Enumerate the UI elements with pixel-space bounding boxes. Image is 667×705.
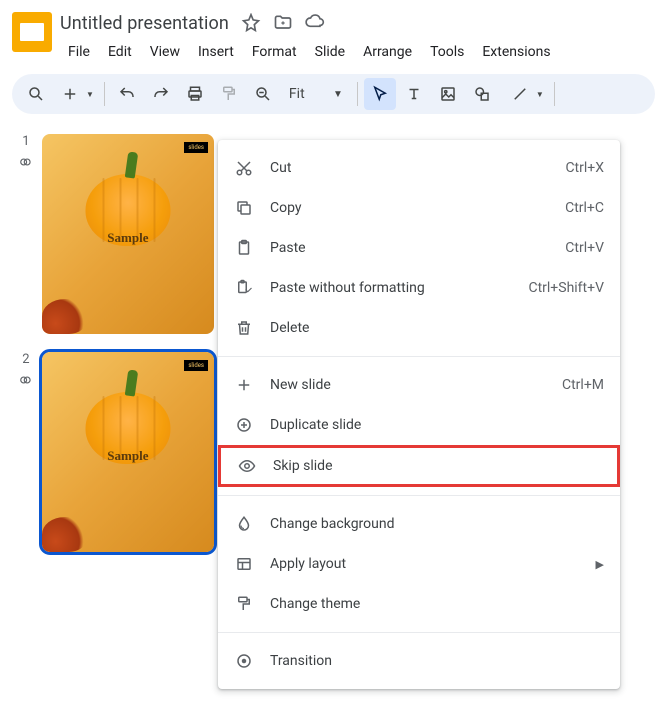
star-icon[interactable] <box>241 13 261 33</box>
ctx-delete[interactable]: Delete <box>218 308 620 348</box>
ctx-label: Paste <box>270 240 565 256</box>
ctx-label: Change theme <box>270 596 604 612</box>
animation-icon[interactable] <box>19 155 33 169</box>
delete-icon <box>234 318 254 338</box>
ctx-label: Paste without formatting <box>270 280 528 296</box>
text-box-icon[interactable] <box>398 78 430 110</box>
ctx-shortcut: Ctrl+M <box>562 377 604 393</box>
sample-label: Sample <box>107 230 148 246</box>
shape-icon[interactable] <box>466 78 498 110</box>
menu-tools[interactable]: Tools <box>422 40 472 64</box>
ctx-shortcut: Ctrl+X <box>565 160 604 176</box>
ctx-label: Copy <box>270 200 565 216</box>
ctx-label: Transition <box>270 653 604 669</box>
line-icon[interactable] <box>504 78 536 110</box>
paint-format-icon[interactable] <box>213 78 245 110</box>
ctx-label: Change background <box>270 516 604 532</box>
menu-edit[interactable]: Edit <box>100 40 140 64</box>
chevron-right-icon: ▶ <box>596 558 604 571</box>
slide-thumbnail[interactable]: slides Sample <box>42 352 214 552</box>
ctx-shortcut: Ctrl+C <box>565 200 604 216</box>
duplicate-icon <box>234 415 254 435</box>
ctx-change-background[interactable]: Change background <box>218 504 620 544</box>
ctx-paste[interactable]: PasteCtrl+V <box>218 228 620 268</box>
ctx-label: New slide <box>270 377 562 393</box>
menu-separator <box>218 632 620 633</box>
ctx-label: Apply layout <box>270 556 596 572</box>
cut-icon <box>234 158 254 178</box>
ctx-shortcut: Ctrl+Shift+V <box>528 280 604 296</box>
paste-plain-icon <box>234 278 254 298</box>
menu-separator <box>218 495 620 496</box>
line-dropdown[interactable]: ▼ <box>536 90 548 99</box>
print-icon[interactable] <box>179 78 211 110</box>
select-tool-icon[interactable] <box>364 78 396 110</box>
move-folder-icon[interactable] <box>273 13 293 33</box>
slide-number: 2 <box>22 352 29 367</box>
slide-number: 1 <box>22 134 29 149</box>
menubar: File Edit View Insert Format Slide Arran… <box>60 40 655 64</box>
zoom-icon[interactable] <box>247 78 279 110</box>
ctx-transition[interactable]: Transition <box>218 641 620 681</box>
image-icon[interactable] <box>432 78 464 110</box>
cloud-status-icon[interactable] <box>305 13 325 33</box>
slide-panel: 1 slides Sample <box>0 122 220 582</box>
new-slide-dropdown[interactable]: ▼ <box>86 90 98 99</box>
ctx-label: Duplicate slide <box>270 417 604 433</box>
menu-arrange[interactable]: Arrange <box>355 40 420 64</box>
transition-icon <box>234 651 254 671</box>
document-title[interactable]: Untitled presentation <box>60 13 229 34</box>
new-slide-icon[interactable] <box>54 78 86 110</box>
zoom-select[interactable]: Fit ▼ <box>281 86 351 102</box>
eye-icon <box>237 456 257 476</box>
menu-insert[interactable]: Insert <box>190 40 242 64</box>
ctx-label: Delete <box>270 320 604 336</box>
layout-icon <box>234 554 254 574</box>
menu-file[interactable]: File <box>60 40 98 64</box>
slide-thumbnail-row: 1 slides Sample <box>18 134 214 334</box>
undo-icon[interactable] <box>111 78 143 110</box>
menu-slide[interactable]: Slide <box>307 40 353 64</box>
menu-extensions[interactable]: Extensions <box>474 40 558 64</box>
ctx-apply-layout[interactable]: Apply layout▶ <box>218 544 620 584</box>
ctx-label: Skip slide <box>273 458 601 474</box>
app-logo[interactable] <box>12 12 52 52</box>
ctx-label: Cut <box>270 160 565 176</box>
ctx-skip-slide[interactable]: Skip slide <box>218 445 620 487</box>
ctx-paste-without-formatting[interactable]: Paste without formattingCtrl+Shift+V <box>218 268 620 308</box>
menu-separator <box>218 356 620 357</box>
droplet-icon <box>234 514 254 534</box>
paste-icon <box>234 238 254 258</box>
redo-icon[interactable] <box>145 78 177 110</box>
toolbar: ▼ Fit ▼ ▼ <box>12 74 655 114</box>
theme-icon <box>234 594 254 614</box>
context-menu: CutCtrl+XCopyCtrl+CPasteCtrl+VPaste with… <box>218 140 620 689</box>
chevron-down-icon: ▼ <box>333 89 343 100</box>
search-icon[interactable] <box>20 78 52 110</box>
ctx-change-theme[interactable]: Change theme <box>218 584 620 624</box>
ctx-cut[interactable]: CutCtrl+X <box>218 148 620 188</box>
menu-format[interactable]: Format <box>244 40 305 64</box>
ctx-shortcut: Ctrl+V <box>565 240 604 256</box>
slide-thumbnail[interactable]: slides Sample <box>42 134 214 334</box>
slide-thumbnail-row: 2 slides Sample <box>18 352 214 552</box>
menu-view[interactable]: View <box>142 40 188 64</box>
ctx-new-slide[interactable]: New slideCtrl+M <box>218 365 620 405</box>
animation-icon[interactable] <box>19 373 33 387</box>
ctx-copy[interactable]: CopyCtrl+C <box>218 188 620 228</box>
ctx-duplicate-slide[interactable]: Duplicate slide <box>218 405 620 445</box>
sample-label: Sample <box>107 448 148 464</box>
plus-icon <box>234 375 254 395</box>
copy-icon <box>234 198 254 218</box>
